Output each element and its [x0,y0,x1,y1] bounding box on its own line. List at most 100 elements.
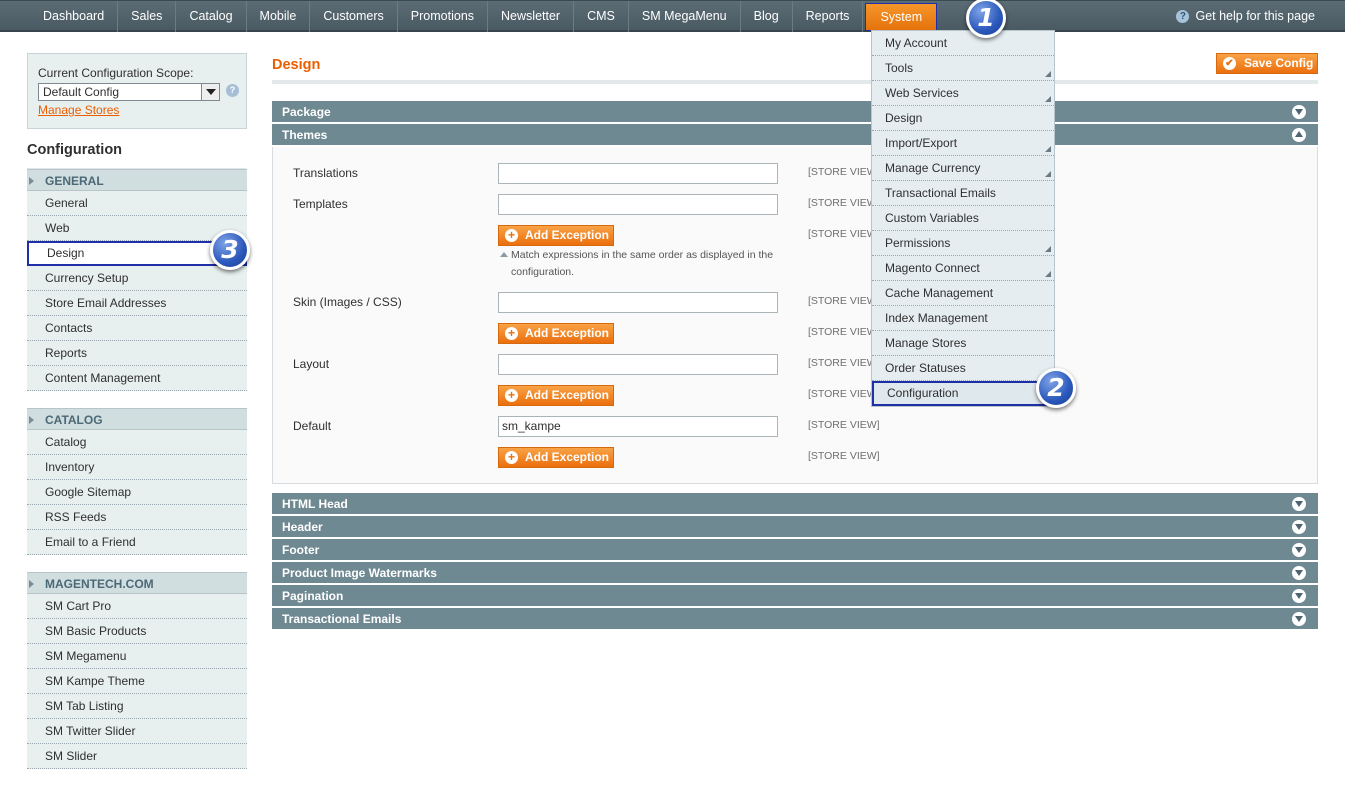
menu-item-custom-variables[interactable]: Custom Variables [872,206,1054,231]
sidebar-group-header[interactable]: GENERAL [27,169,247,191]
scope-tag: [STORE VIEW] [808,357,880,369]
help-link[interactable]: ? Get help for this page [1176,1,1315,32]
menu-item-label: Magento Connect [885,261,980,275]
field-label-templates: Templates [293,197,348,211]
section-pagination[interactable]: Pagination [272,585,1318,607]
section-transactional-emails[interactable]: Transactional Emails [272,608,1318,630]
translations-input[interactable] [498,163,778,184]
scope-tag: [STORE VIEW] [808,197,880,209]
menu-item-magento-connect[interactable]: Magento Connect [872,256,1054,281]
add-exception-button-layout[interactable]: + Add Exception [498,385,614,406]
plus-icon: + [505,229,518,242]
sidebar-item-content-management[interactable]: Content Management [27,366,247,391]
add-exception-button-skin[interactable]: + Add Exception [498,323,614,344]
menu-item-tools[interactable]: Tools [872,56,1054,81]
sidebar-group-header[interactable]: CATALOG [27,408,247,430]
expand-icon[interactable] [1292,589,1306,603]
sidebar-item-currency-setup[interactable]: Currency Setup [27,266,247,291]
manage-stores-link[interactable]: Manage Stores [38,103,246,117]
default-input[interactable]: sm_kampe [498,416,778,437]
expand-icon[interactable] [1292,105,1306,119]
sidebar-item-contacts[interactable]: Contacts [27,316,247,341]
menu-item-manage-stores[interactable]: Manage Stores [872,331,1054,356]
skin-input[interactable] [498,292,778,313]
expand-icon[interactable] [1292,612,1306,626]
plus-icon: + [505,451,518,464]
sidebar-item-sm-twitter-slider[interactable]: SM Twitter Slider [27,719,247,744]
sidebar-item-sm-cart-pro[interactable]: SM Cart Pro [27,594,247,619]
nav-blog[interactable]: Blog [741,1,793,32]
section-title: Product Image Watermarks [282,566,437,580]
field-label-layout: Layout [293,357,330,371]
sidebar-item-sm-kampe-theme[interactable]: SM Kampe Theme [27,669,247,694]
sidebar-item-catalog[interactable]: Catalog [27,430,247,455]
sidebar-item-sm-tab-listing[interactable]: SM Tab Listing [27,694,247,719]
save-config-button[interactable]: ✔ Save Config [1216,53,1318,74]
menu-item-design[interactable]: Design [872,106,1054,131]
menu-item-import-export[interactable]: Import/Export [872,131,1054,156]
section-product-image-watermarks[interactable]: Product Image Watermarks [272,562,1318,584]
sidebar-item-store-email-addresses[interactable]: Store Email Addresses [27,291,247,316]
templates-input[interactable] [498,194,778,215]
sidebar-item-reports[interactable]: Reports [27,341,247,366]
sidebar-group-header[interactable]: MAGENTECH.COM [27,572,247,594]
sidebar-item-rss-feeds[interactable]: RSS Feeds [27,505,247,530]
section-footer[interactable]: Footer [272,539,1318,561]
expand-icon[interactable] [1292,520,1306,534]
nav-sales[interactable]: Sales [118,1,177,32]
nav-mobile[interactable]: Mobile [247,1,311,32]
scope-tag: [STORE VIEW] [808,295,880,307]
add-exception-label: Add Exception [525,388,610,402]
menu-item-my-account[interactable]: My Account [872,31,1054,56]
menu-item-label: Manage Currency [885,161,981,175]
submenu-arrow-icon [1045,246,1051,252]
nav-newsletter[interactable]: Newsletter [488,1,575,32]
sidebar-item-google-sitemap[interactable]: Google Sitemap [27,480,247,505]
menu-item-web-services[interactable]: Web Services [872,81,1054,106]
menu-item-cache-management[interactable]: Cache Management [872,281,1054,306]
field-label-default: Default [293,419,332,433]
submenu-arrow-icon [1045,71,1051,77]
menu-item-manage-currency[interactable]: Manage Currency [872,156,1054,181]
collapse-icon[interactable] [1292,128,1306,142]
system-dropdown-menu: My Account Tools Web Services Design Imp… [871,30,1055,407]
sidebar-item-general[interactable]: General [27,191,247,216]
expand-icon[interactable] [1292,543,1306,557]
add-exception-button-templates[interactable]: + Add Exception [498,225,614,246]
add-exception-label: Add Exception [525,326,610,340]
nav-reports[interactable]: Reports [793,1,864,32]
plus-icon: + [505,389,518,402]
section-title: Transactional Emails [282,612,402,626]
nav-customers[interactable]: Customers [310,1,398,32]
sidebar-item-sm-megamenu[interactable]: SM Megamenu [27,644,247,669]
nav-system[interactable]: System [865,3,938,31]
sidebar-item-sm-basic-products[interactable]: SM Basic Products [27,619,247,644]
scope-tag: [STORE VIEW] [808,450,880,462]
nav-dashboard[interactable]: Dashboard [30,1,119,32]
submenu-arrow-icon [1045,146,1051,152]
submenu-arrow-icon [1045,171,1051,177]
sidebar-item-sm-slider[interactable]: SM Slider [27,744,247,769]
section-header[interactable]: Header [272,516,1318,538]
menu-item-permissions[interactable]: Permissions [872,231,1054,256]
nav-sm-megamenu[interactable]: SM MegaMenu [629,1,741,32]
submenu-arrow-icon [1045,271,1051,277]
menu-item-configuration[interactable]: Configuration [872,381,1054,406]
help-icon[interactable]: ? [226,84,239,97]
nav-catalog[interactable]: Catalog [176,1,247,32]
section-package[interactable]: Package [272,101,1318,123]
menu-item-order-statuses[interactable]: Order Statuses [872,356,1054,381]
layout-input[interactable] [498,354,778,375]
nav-promotions[interactable]: Promotions [398,1,489,32]
nav-cms[interactable]: CMS [574,1,629,32]
sidebar-item-inventory[interactable]: Inventory [27,455,247,480]
scope-select[interactable]: Default Config [38,83,220,101]
menu-item-index-management[interactable]: Index Management [872,306,1054,331]
sidebar-item-email-to-a-friend[interactable]: Email to a Friend [27,530,247,555]
expand-icon[interactable] [1292,497,1306,511]
section-html-head[interactable]: HTML Head [272,493,1318,515]
expand-icon[interactable] [1292,566,1306,580]
menu-item-transactional-emails[interactable]: Transactional Emails [872,181,1054,206]
section-themes[interactable]: Themes [272,124,1318,146]
add-exception-button-default[interactable]: + Add Exception [498,447,614,468]
